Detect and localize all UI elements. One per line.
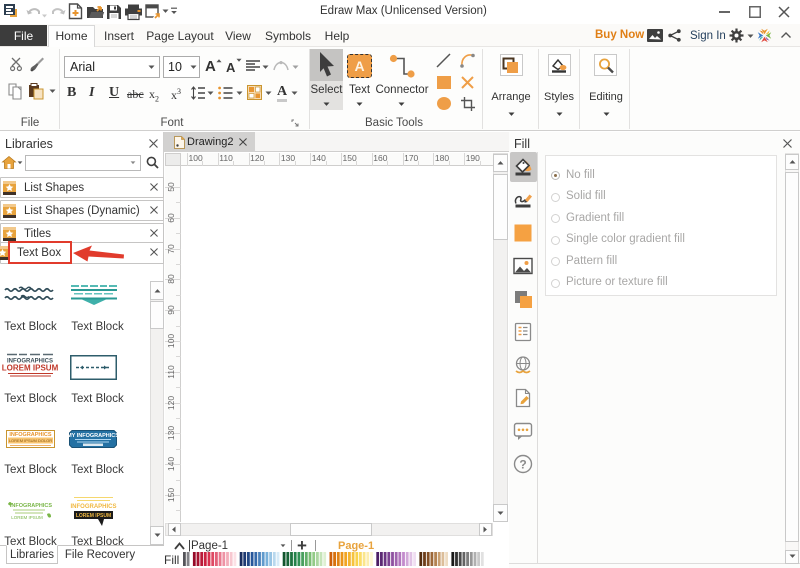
svg-text:INFOGRAPHICS: INFOGRAPHICS bbox=[10, 503, 53, 509]
svg-text:?: ? bbox=[519, 458, 526, 472]
svg-text:LOREM IPSUM: LOREM IPSUM bbox=[2, 364, 59, 373]
svg-text:MY INFOGRAPHICS: MY INFOGRAPHICS bbox=[67, 433, 119, 439]
svg-text:LOREM IPSUM DOLOR: LOREM IPSUM DOLOR bbox=[9, 438, 52, 443]
svg-text:LOREM IPSUM: LOREM IPSUM bbox=[11, 515, 43, 520]
svg-text:LOREM IPSUM: LOREM IPSUM bbox=[76, 513, 111, 519]
svg-text:INFOGRAPHICS: INFOGRAPHICS bbox=[70, 504, 116, 510]
